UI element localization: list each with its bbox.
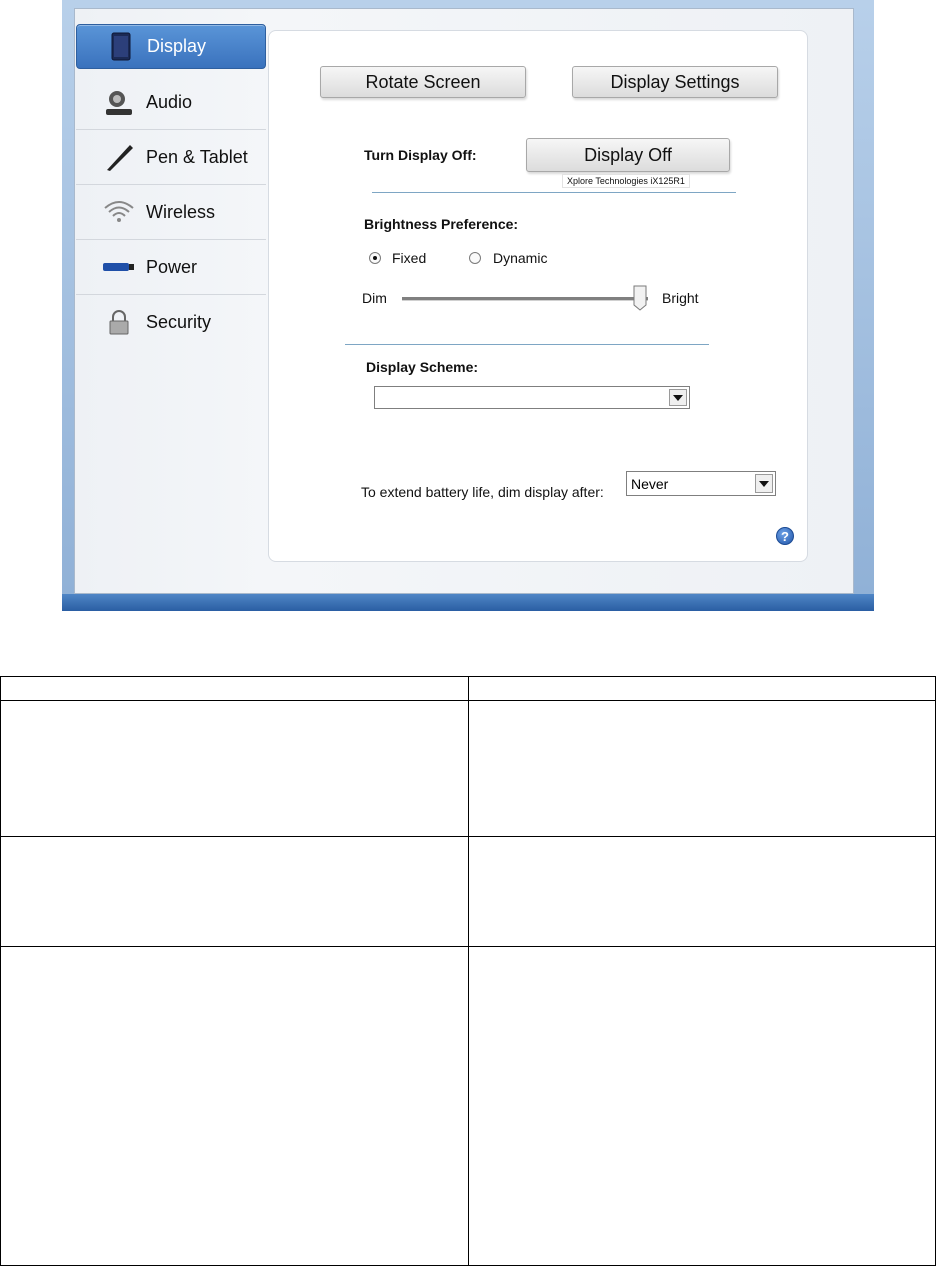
dim-display-after-value: Never [631, 475, 669, 492]
turn-display-off-label: Turn Display Off: [364, 147, 477, 163]
sidebar-item-wireless[interactable]: Wireless [76, 185, 266, 240]
sidebar-item-display[interactable]: Display [76, 24, 266, 69]
lock-icon [109, 309, 129, 334]
table-cell [0, 946, 469, 1266]
chevron-down-icon[interactable] [755, 474, 773, 493]
sidebar-item-label: Power [146, 256, 198, 277]
display-scheme-label: Display Scheme: [366, 359, 479, 375]
sidebar: Display Audio Pen & Tablet Wireless Powe… [76, 24, 266, 350]
bright-label: Bright [662, 290, 699, 306]
sidebar-item-label: Audio [146, 91, 193, 112]
dynamic-radio-label: Dynamic [493, 250, 548, 266]
fixed-radio-label: Fixed [392, 250, 427, 266]
pen-icon [107, 145, 133, 171]
table-cell [0, 700, 469, 837]
brightness-slider-thumb[interactable] [633, 285, 647, 311]
brightness-slider-track[interactable] [402, 297, 648, 301]
display-settings-button[interactable]: Display Settings [572, 66, 778, 98]
dim-display-after-label: To extend battery life, dim display afte… [361, 484, 604, 500]
fixed-radio[interactable] [369, 252, 381, 264]
help-icon[interactable]: ? [776, 527, 794, 545]
window-bottom-border [62, 594, 874, 611]
display-scheme-select[interactable] [374, 386, 690, 409]
sidebar-item-power[interactable]: Power [76, 240, 266, 295]
dim-label: Dim [362, 290, 387, 306]
sidebar-item-label: Display [147, 36, 207, 56]
dim-display-after-select[interactable]: Never [626, 471, 776, 496]
speaker-headset-icon [106, 91, 132, 115]
tablet-display-icon [111, 32, 131, 60]
sidebar-item-pen-tablet[interactable]: Pen & Tablet [76, 130, 266, 185]
table-cell [0, 836, 469, 947]
brightness-preference-label: Brightness Preference: [364, 216, 519, 232]
table-cell [468, 700, 936, 837]
empty-table [0, 676, 936, 1266]
dynamic-radio[interactable] [469, 252, 481, 264]
sidebar-item-audio[interactable]: Audio [76, 75, 266, 130]
table-cell [468, 676, 936, 701]
table-cell [0, 676, 469, 701]
table-cell [468, 946, 936, 1266]
divider [372, 192, 736, 193]
sidebar-item-security[interactable]: Security [76, 295, 266, 350]
wifi-icon [104, 201, 134, 222]
rotate-screen-button[interactable]: Rotate Screen [320, 66, 526, 98]
display-off-button[interactable]: Display Off [526, 138, 730, 172]
table-cell [468, 836, 936, 947]
divider [345, 344, 709, 345]
sidebar-item-label: Security [146, 312, 212, 332]
chevron-down-icon[interactable] [669, 389, 687, 406]
sidebar-item-label: Pen & Tablet [146, 146, 248, 167]
device-tooltip: Xplore Technologies iX125R1 [562, 174, 690, 188]
sidebar-item-label: Wireless [146, 201, 216, 222]
battery-icon [103, 263, 134, 271]
